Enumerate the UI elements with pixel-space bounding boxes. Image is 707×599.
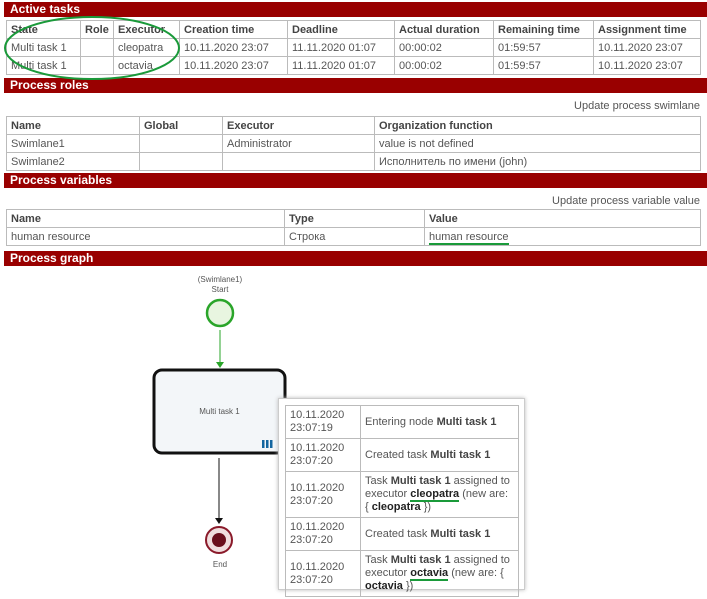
date: 10.11.2020 [290,521,344,533]
event-text: Entering node [365,416,437,428]
event-text: (new are: { [448,567,504,579]
task-label[interactable]: Multi task 1 [154,407,285,416]
history-row: 10.11.202023:07:19Entering node Multi ta… [286,406,519,439]
node-history-tooltip: 10.11.202023:07:19Entering node Multi ta… [278,398,525,590]
executors-list: cleopatra [372,501,421,513]
event-text: Task [365,554,391,566]
executor-name: octavia [410,567,448,581]
date: 10.11.2020 [290,561,344,573]
history-row: 10.11.202023:07:20Task Multi task 1 assi… [286,472,519,518]
history-date: 10.11.202023:07:20 [286,551,361,597]
time: 23:07:20 [290,455,333,467]
time: 23:07:20 [290,534,333,546]
executor-name: cleopatra [410,488,459,502]
time: 23:07:20 [290,495,333,507]
history-row: 10.11.202023:07:20Created task Multi tas… [286,518,519,551]
history-event: Entering node Multi task 1 [361,406,519,439]
event-text: Created task [365,528,430,540]
arrow-icon [216,362,224,368]
history-date: 10.11.202023:07:20 [286,439,361,472]
task-name: Multi task 1 [391,554,451,566]
task-name: Multi task 1 [430,528,490,540]
task-name: Multi task 1 [437,416,497,428]
history-row: 10.11.202023:07:20Created task Multi tas… [286,439,519,472]
multi-instance-icon [262,440,273,448]
start-label: Start [180,285,260,294]
history-date: 10.11.202023:07:20 [286,518,361,551]
time: 23:07:19 [290,422,333,434]
history-row: 10.11.202023:07:20Task Multi task 1 assi… [286,551,519,597]
date: 10.11.2020 [290,442,344,454]
end-event-icon [212,533,226,547]
history-date: 10.11.202023:07:20 [286,472,361,518]
start-event-icon [207,300,233,326]
date: 10.11.2020 [290,482,344,494]
time: 23:07:20 [290,574,333,586]
event-text: }) [421,501,431,513]
executors-list: octavia [365,580,403,592]
event-text: Task [365,475,391,487]
history-date: 10.11.202023:07:19 [286,406,361,439]
event-text: }) [403,580,413,592]
history-event: Task Multi task 1 assigned to executor o… [361,551,519,597]
task-name: Multi task 1 [391,475,451,487]
history-event: Created task Multi task 1 [361,518,519,551]
arrow-icon [215,518,223,524]
date: 10.11.2020 [290,409,344,421]
end-label: End [180,560,260,569]
start-swimlane-label: (Swimlane1) [180,275,260,284]
history-event: Task Multi task 1 assigned to executor c… [361,472,519,518]
annotation-ellipse [5,17,179,79]
history-event: Created task Multi task 1 [361,439,519,472]
task-name: Multi task 1 [430,449,490,461]
event-text: Created task [365,449,430,461]
history-table: 10.11.202023:07:19Entering node Multi ta… [285,405,519,597]
